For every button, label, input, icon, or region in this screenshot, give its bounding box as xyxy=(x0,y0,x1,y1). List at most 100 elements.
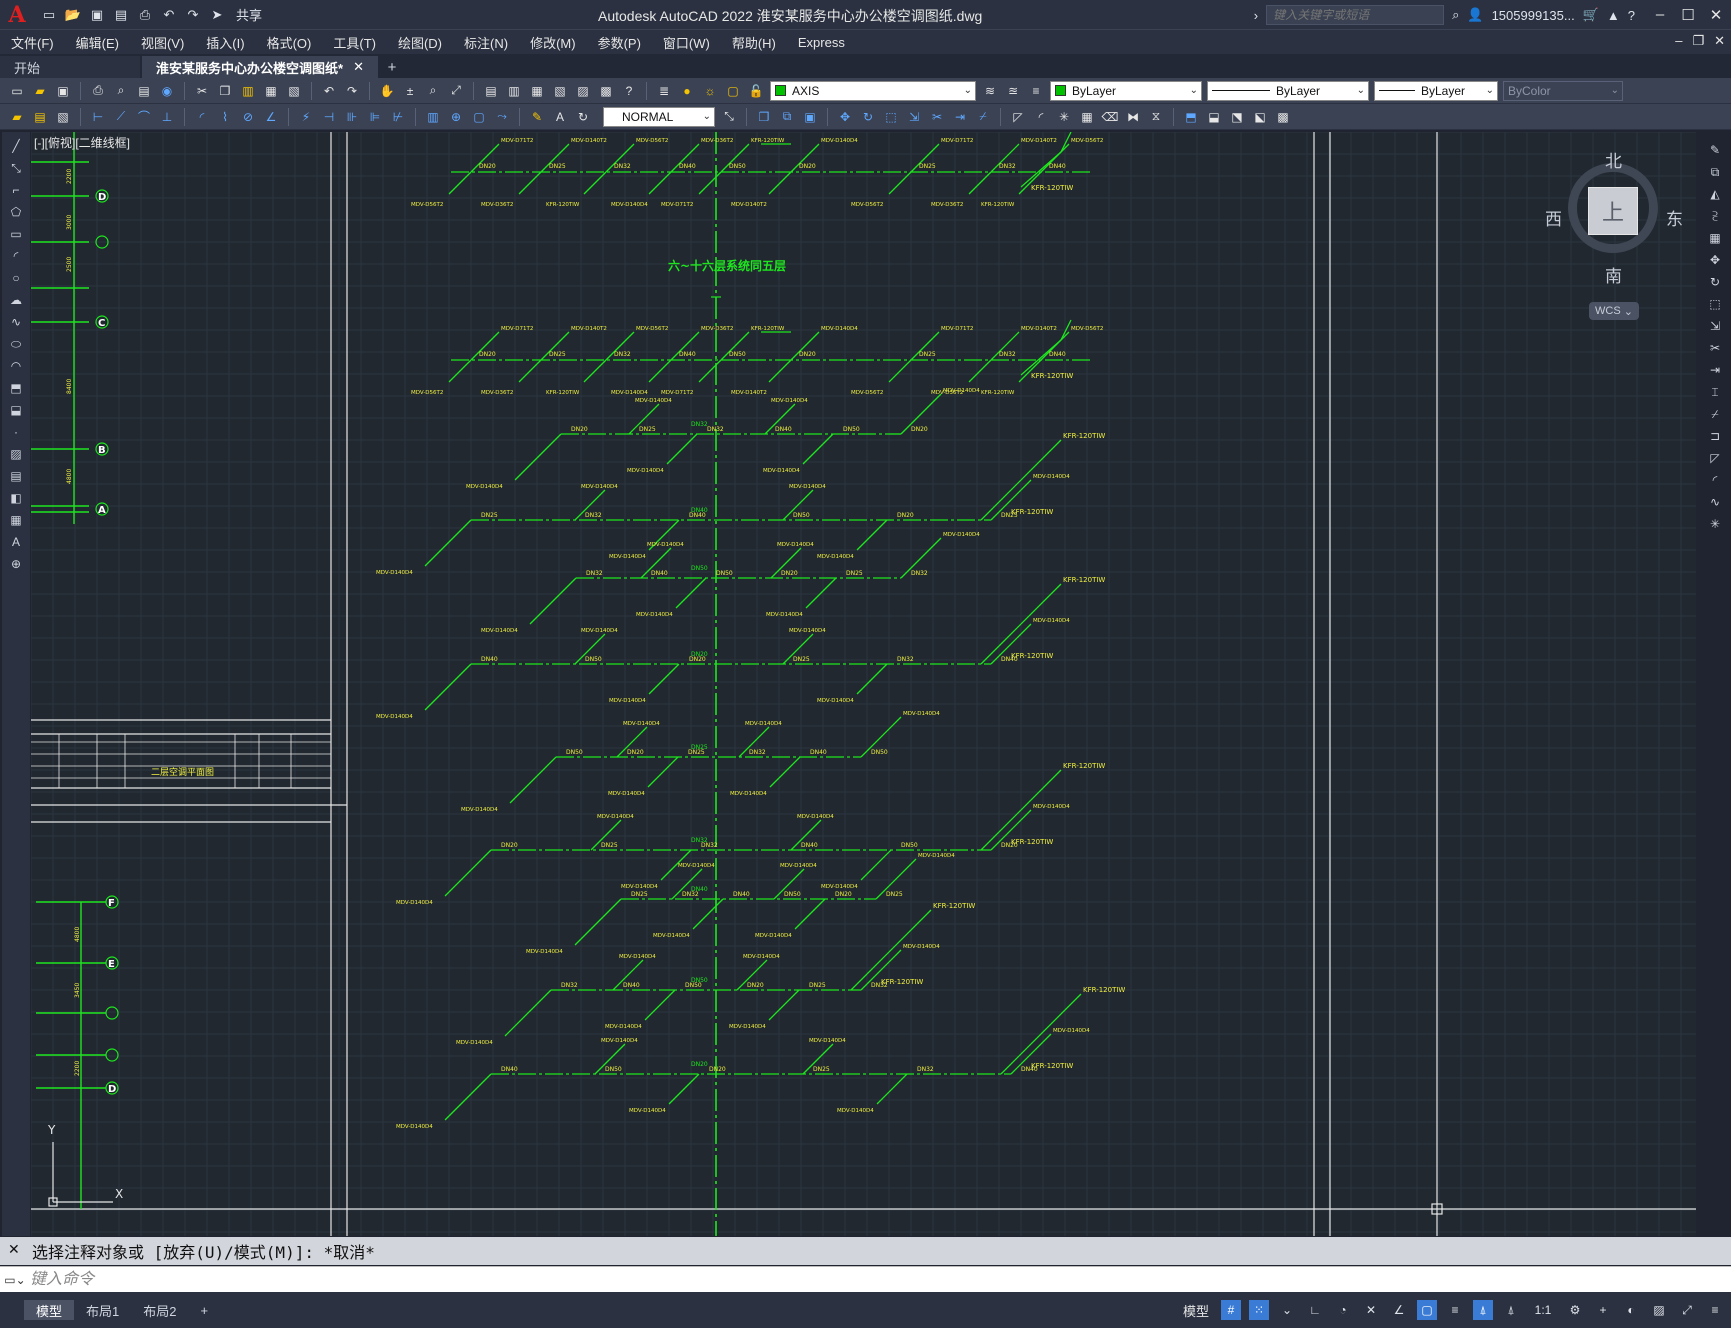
lineweight-dropdown[interactable]: ByLayer ⌄ xyxy=(1374,80,1498,101)
linetype-dropdown[interactable]: ByLayer ⌄ xyxy=(1207,80,1369,101)
close-command-line-icon[interactable]: ✕ xyxy=(8,1241,20,1258)
break-icon[interactable]: ⌿ xyxy=(1706,406,1724,422)
center-mark-icon[interactable]: ⊕ xyxy=(447,108,465,126)
undo-icon[interactable]: ↶ xyxy=(160,7,178,23)
tolerance-icon[interactable]: ▥ xyxy=(424,108,442,126)
extend-icon[interactable]: ⇥ xyxy=(951,108,969,126)
copy-icon[interactable]: ❐ xyxy=(216,82,234,100)
chevron-right-icon[interactable]: › xyxy=(1254,8,1258,23)
offset-icon[interactable]: ▣ xyxy=(801,108,819,126)
join-icon[interactable]: ⧓ xyxy=(1124,108,1142,126)
app-logo-button[interactable]: A xyxy=(0,0,34,30)
make-current-layer-icon[interactable]: ≋ xyxy=(981,82,999,100)
jogged-dim-icon[interactable]: ⌇ xyxy=(216,108,234,126)
compass-west[interactable]: 西 xyxy=(1545,205,1562,230)
dim-update-icon[interactable]: ↻ xyxy=(574,108,592,126)
save-icon[interactable]: ▣ xyxy=(88,7,106,23)
sheet-set-icon[interactable]: ▧ xyxy=(551,82,569,100)
menu-file[interactable]: 文件(F) xyxy=(0,33,65,52)
wcs-menu-button[interactable]: WCS ⌄ xyxy=(1589,302,1639,320)
trim-icon[interactable]: ✂ xyxy=(928,108,946,126)
move-icon[interactable]: ✥ xyxy=(836,108,854,126)
help-icon[interactable]: ? xyxy=(1628,8,1635,23)
compass-north[interactable]: 北 xyxy=(1605,147,1622,172)
user-name[interactable]: 1505999135... xyxy=(1492,8,1575,23)
dim-space-icon[interactable]: ⊫ xyxy=(366,108,384,126)
drawing-canvas[interactable]: 二层空调平面图 D C B A 2200 3000 2500 8400 4800… xyxy=(31,132,1696,1236)
help-icon[interactable]: ? xyxy=(620,82,638,100)
mirror-icon[interactable]: ⧉ xyxy=(778,108,796,126)
calculator-icon[interactable]: ▩ xyxy=(597,82,615,100)
menu-help[interactable]: 帮助(H) xyxy=(721,33,787,52)
inspect-icon[interactable]: ▢ xyxy=(470,108,488,126)
plotstyle-dropdown[interactable]: ByColor ⌄ xyxy=(1503,80,1623,101)
ordinate-dim-icon[interactable]: ⊥ xyxy=(158,108,176,126)
blend-icon[interactable]: ⧖ xyxy=(1147,108,1165,126)
array-icon[interactable]: ▦ xyxy=(1078,108,1096,126)
layer-properties-icon[interactable]: ≣ xyxy=(655,82,673,100)
menu-parametric[interactable]: 参数(P) xyxy=(587,33,652,52)
layer-dropdown[interactable]: AXIS ⌄ xyxy=(770,80,976,101)
zoom-previous-icon[interactable]: ⤢ xyxy=(447,82,465,100)
publish-icon[interactable]: ▤ xyxy=(135,82,153,100)
table-icon[interactable]: ▦ xyxy=(7,512,25,528)
redo-icon[interactable]: ↷ xyxy=(184,7,202,23)
erase-icon[interactable]: ✎ xyxy=(1706,142,1724,158)
block-editor-icon[interactable]: ▧ xyxy=(285,82,303,100)
lineweight-icon[interactable]: ≡ xyxy=(1445,1300,1465,1320)
ellipse-icon[interactable]: ⬭ xyxy=(7,336,25,352)
properties-icon[interactable]: ▤ xyxy=(482,82,500,100)
menu-edit[interactable]: 编辑(E) xyxy=(65,33,130,52)
plot-icon[interactable]: ⎙ xyxy=(136,7,154,23)
mirror-icon[interactable]: ◭ xyxy=(1706,186,1724,202)
blend-icon[interactable]: ∿ xyxy=(1706,494,1724,510)
tab-layout1[interactable]: 布局1 xyxy=(74,1300,131,1320)
dim-style-manager-icon[interactable]: ⤡ xyxy=(720,108,738,126)
image-icon[interactable]: ▩ xyxy=(1274,108,1292,126)
angular-dim-icon[interactable]: ∠ xyxy=(262,108,280,126)
jogged-linear-icon[interactable]: ⤳ xyxy=(493,108,511,126)
qleader-icon[interactable]: ▰ xyxy=(8,108,26,126)
dim-edit-icon[interactable]: ✎ xyxy=(528,108,546,126)
doc-minimize-icon[interactable]: – xyxy=(1675,33,1682,49)
scale-icon[interactable]: ⬚ xyxy=(882,108,900,126)
annotation-scale[interactable]: 1:1 xyxy=(1529,1300,1557,1320)
compass-south[interactable]: 南 xyxy=(1605,262,1622,287)
viewcube-top-face[interactable]: 上 xyxy=(1588,187,1638,235)
make-block-icon[interactable]: ⬓ xyxy=(1205,108,1223,126)
ortho-icon[interactable]: ∟ xyxy=(1305,1300,1325,1320)
help-search-input[interactable] xyxy=(1266,5,1445,25)
dimstyle-dropdown[interactable]: NORMAL ⌄ xyxy=(603,106,715,127)
chamfer-icon[interactable]: ◸ xyxy=(1706,450,1724,466)
arc-length-icon[interactable]: ⌒ xyxy=(135,108,153,126)
break-icon[interactable]: ⌿ xyxy=(974,108,992,126)
explode-icon[interactable]: ✳ xyxy=(1055,108,1073,126)
menu-dimension[interactable]: 标注(N) xyxy=(453,33,519,52)
chevron-down-icon[interactable]: ⌄ xyxy=(1277,1300,1297,1320)
match-properties-icon[interactable]: ▦ xyxy=(262,82,280,100)
save-icon[interactable]: ▣ xyxy=(54,82,72,100)
zoom-realtime-icon[interactable]: ± xyxy=(401,82,419,100)
save-as-icon[interactable]: ▤ xyxy=(112,7,130,23)
menu-view[interactable]: 视图(V) xyxy=(130,33,195,52)
copy-icon[interactable]: ⧉ xyxy=(1706,164,1724,180)
redo-icon[interactable]: ↷ xyxy=(343,82,361,100)
fillet-icon[interactable]: ◜ xyxy=(1032,108,1050,126)
scale-icon[interactable]: ⬚ xyxy=(1706,296,1724,312)
design-center-icon[interactable]: ▥ xyxy=(505,82,523,100)
layer-previous-icon[interactable]: ≊ xyxy=(1004,82,1022,100)
hatch-icon[interactable]: ▨ xyxy=(7,446,25,462)
pan-icon[interactable]: ✋ xyxy=(378,82,396,100)
menu-draw[interactable]: 绘图(D) xyxy=(387,33,453,52)
arc-icon[interactable]: ◜ xyxy=(7,248,25,264)
share-icon[interactable]: ➤ xyxy=(208,7,226,23)
customization-icon[interactable]: ≡ xyxy=(1705,1300,1725,1320)
tab-model[interactable]: 模型 xyxy=(24,1300,75,1320)
trim-icon[interactable]: ✂ xyxy=(1706,340,1724,356)
command-input[interactable] xyxy=(30,1268,1731,1291)
isodraft-icon[interactable]: ✕ xyxy=(1361,1300,1381,1320)
color-dropdown[interactable]: ByLayer ⌄ xyxy=(1050,80,1202,101)
search-icon[interactable]: ⌕ xyxy=(1452,7,1459,23)
snap-icon[interactable]: ⁙ xyxy=(1249,1300,1269,1320)
tab-layout2[interactable]: 布局2 xyxy=(131,1300,188,1320)
